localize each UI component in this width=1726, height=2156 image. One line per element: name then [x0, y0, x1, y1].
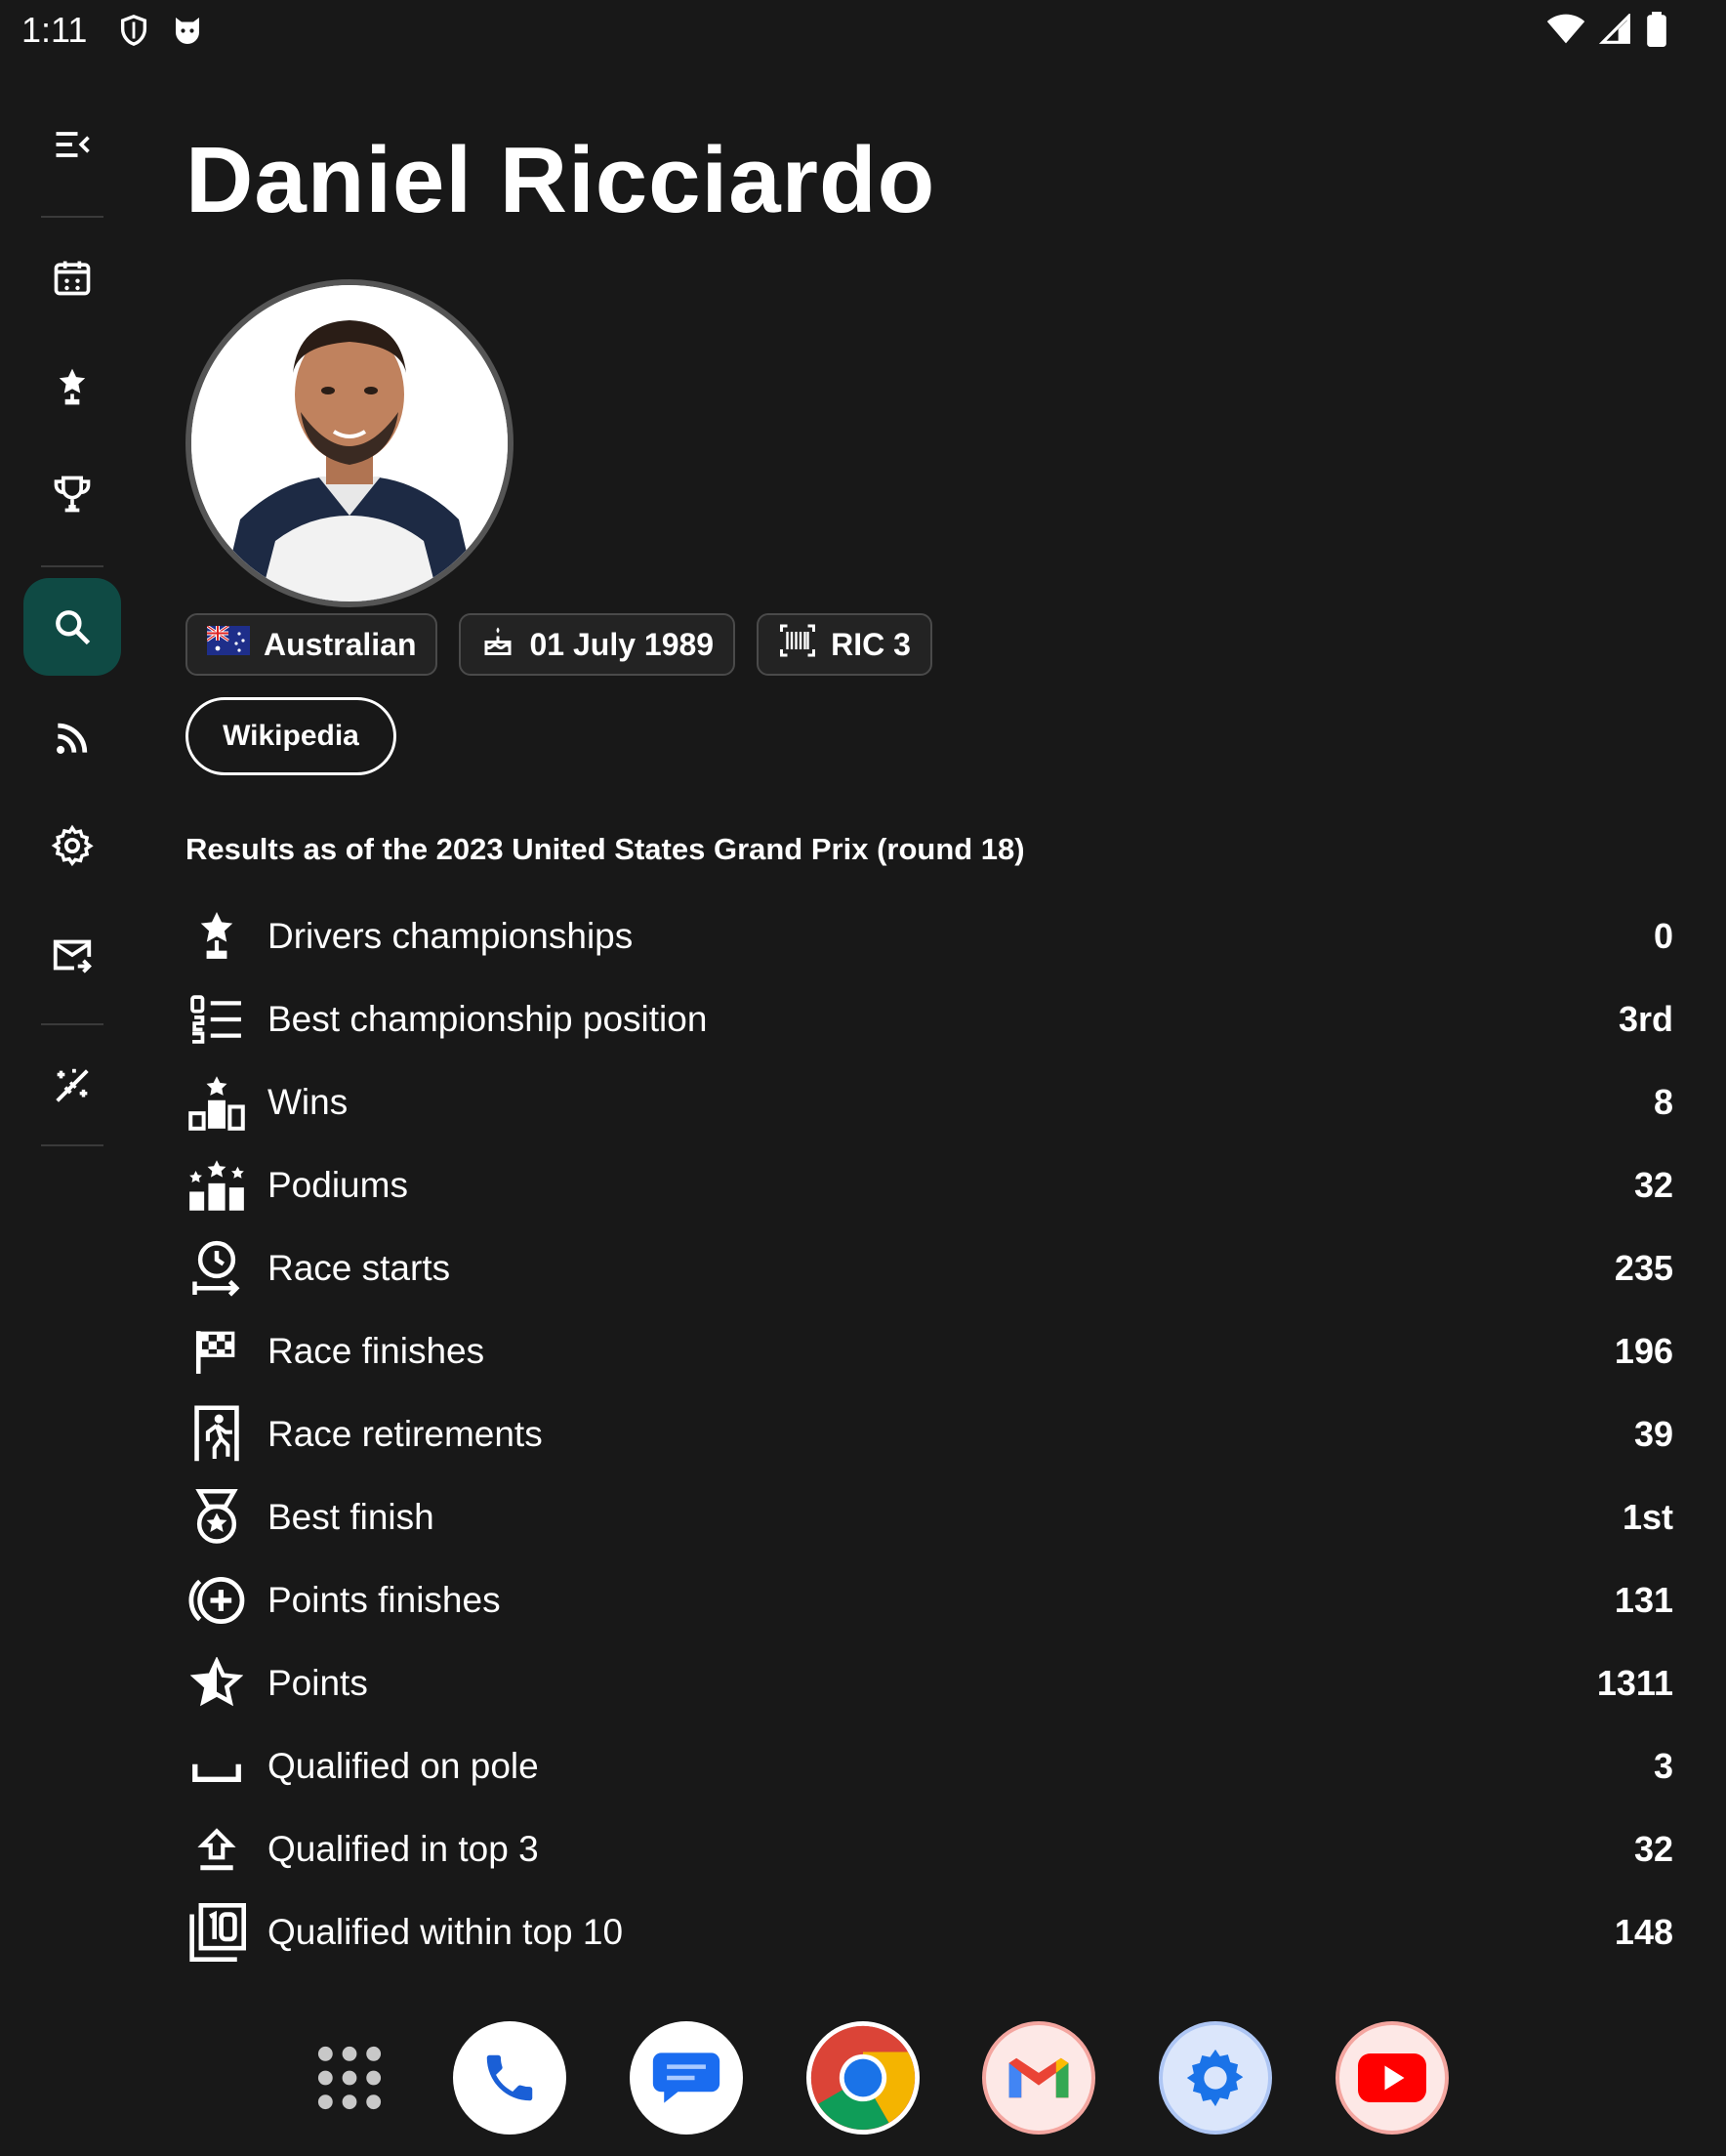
stat-row-qualified-top-10: Qualified within top 10 148: [185, 1890, 1689, 1973]
stat-value: 39: [1633, 1413, 1673, 1454]
stat-label: Best finish: [267, 1496, 434, 1537]
calendar-icon[interactable]: [23, 228, 121, 326]
stat-row-best-finish: Best finish 1st: [185, 1475, 1689, 1558]
barcode-icon: [778, 623, 817, 666]
shield-icon: [117, 12, 150, 49]
rail-divider: [41, 1144, 103, 1146]
menu-collapse-icon[interactable]: [23, 96, 121, 193]
birthdate-label: 01 July 1989: [529, 626, 715, 662]
chrome-app-icon[interactable]: [806, 2021, 920, 2135]
stat-label: Race starts: [267, 1247, 451, 1288]
stat-label: Qualified within top 10: [267, 1911, 624, 1952]
messages-app-icon[interactable]: [630, 2021, 743, 2135]
stat-row-race-finishes: Race finishes 196: [185, 1309, 1689, 1392]
nationality-label: Australian: [264, 626, 417, 662]
driver-portrait: [185, 279, 514, 607]
phone-app-icon[interactable]: [453, 2021, 566, 2135]
podium-star-icon: [185, 1071, 248, 1134]
stat-row-best-championship-position: Best championship position 3rd: [185, 977, 1689, 1060]
championship-star-icon: [185, 905, 248, 968]
settings-app-icon[interactable]: [1159, 2021, 1272, 2135]
stat-value: 0: [1653, 915, 1673, 956]
rail-divider: [41, 216, 103, 218]
stat-row-points-finishes: Points finishes 131: [185, 1558, 1689, 1641]
stat-label: Race finishes: [267, 1330, 485, 1371]
stat-row-podiums: Podiums 32: [185, 1143, 1689, 1226]
rail-divider: [41, 565, 103, 567]
app-dock: [0, 1996, 1726, 2156]
settings-icon[interactable]: [23, 797, 121, 894]
star-outline-icon: [185, 1652, 248, 1715]
stat-row-qualified-on-pole: Qualified on pole 3: [185, 1724, 1689, 1807]
podium-stars-icon: [185, 1154, 248, 1217]
stat-label: Podiums: [267, 1164, 408, 1205]
stat-value: 1st: [1622, 1496, 1673, 1537]
app-drawer-icon[interactable]: [293, 2021, 406, 2135]
driver-code-chip[interactable]: RIC 3: [757, 613, 932, 676]
gmail-app-icon[interactable]: [982, 2021, 1095, 2135]
upload-arrow-icon: [185, 1818, 248, 1881]
stat-label: Wins: [267, 1081, 349, 1122]
nationality-chip[interactable]: Australian: [185, 613, 438, 676]
magic-off-icon[interactable]: [23, 1037, 121, 1135]
ranked-list-icon: [185, 988, 248, 1051]
cake-icon: [480, 623, 515, 666]
page-title: Daniel Ricciardo: [185, 128, 936, 232]
stat-value: 148: [1614, 1911, 1673, 1952]
search-icon[interactable]: [23, 578, 121, 676]
trophy-icon[interactable]: [23, 445, 121, 543]
rail-divider: [41, 1023, 103, 1025]
stat-row-qualified-top-3: Qualified in top 3 32: [185, 1807, 1689, 1890]
checkered-flag-icon: [185, 1320, 248, 1383]
plus-circle-icon: [185, 1569, 248, 1632]
space-bar-icon: [185, 1735, 248, 1798]
stat-value: 196: [1614, 1330, 1673, 1371]
clock-start-icon: [185, 1237, 248, 1300]
stat-value: 8: [1653, 1081, 1673, 1122]
stat-value: 131: [1614, 1579, 1673, 1620]
battery-icon: [1646, 12, 1667, 47]
top-ten-icon: [185, 1901, 248, 1964]
star-trophy-icon[interactable]: [23, 338, 121, 435]
status-bar: 1:11: [0, 0, 1726, 62]
stat-label: Points finishes: [267, 1579, 501, 1620]
medal-icon: [185, 1486, 248, 1549]
youtube-app-icon[interactable]: [1336, 2021, 1449, 2135]
stat-row-race-retirements: Race retirements 39: [185, 1392, 1689, 1475]
stat-value: 32: [1633, 1164, 1673, 1205]
rss-feed-icon[interactable]: [23, 689, 121, 787]
birthdate-chip[interactable]: 01 July 1989: [459, 613, 736, 676]
stats-list: Drivers championships 0 Best championshi…: [185, 894, 1689, 1998]
exit-person-icon: [185, 1403, 248, 1466]
stat-label: Qualified on pole: [267, 1745, 539, 1786]
stat-label: Race retirements: [267, 1413, 543, 1454]
results-note: Results as of the 2023 United States Gra…: [185, 832, 1025, 866]
stat-row-points: Points 1311: [185, 1641, 1689, 1724]
stat-row-drivers-championships: Drivers championships 0: [185, 894, 1689, 977]
status-time: 1:11: [21, 10, 88, 50]
navigation-rail: [0, 62, 144, 1996]
stat-row-race-starts: Race starts 235: [185, 1226, 1689, 1309]
stat-label: Points: [267, 1662, 368, 1703]
stat-value: 32: [1633, 1828, 1673, 1869]
stat-value: 3rd: [1618, 998, 1673, 1039]
cat-icon: [170, 12, 205, 49]
driver-code-label: RIC 3: [831, 626, 911, 662]
mail-forward-icon[interactable]: [23, 906, 121, 1004]
wikipedia-button[interactable]: Wikipedia: [185, 697, 396, 775]
stat-value: 235: [1614, 1247, 1673, 1288]
stat-value: 1311: [1596, 1662, 1673, 1703]
signal-icon: [1599, 14, 1632, 45]
wifi-icon: [1546, 14, 1585, 45]
stat-label: Qualified in top 3: [267, 1828, 539, 1869]
stat-label: Best championship position: [267, 998, 708, 1039]
stat-label: Drivers championships: [267, 915, 634, 956]
stat-value: 3: [1653, 1745, 1673, 1786]
stat-row-wins: Wins 8: [185, 1060, 1689, 1143]
australia-flag-icon: [206, 624, 250, 663]
